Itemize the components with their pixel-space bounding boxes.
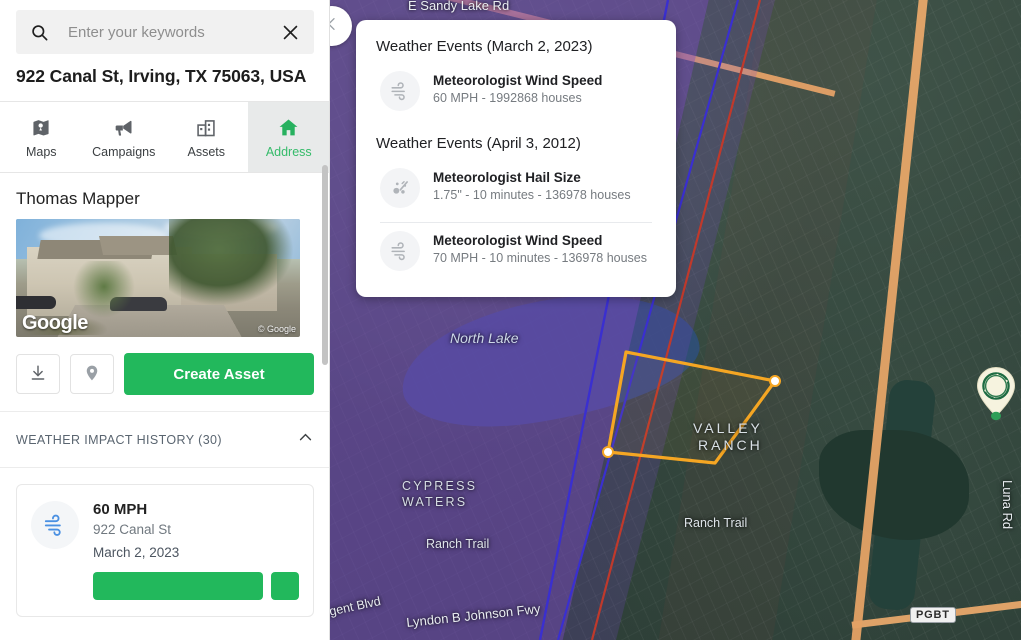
history-item-actions: [93, 572, 299, 600]
weather-impact-history-header[interactable]: WEATHER IMPACT HISTORY (30): [0, 411, 330, 468]
weather-event-title: Meteorologist Hail Size: [433, 170, 631, 185]
app-root: 922 Canal St, Irving, TX 75063, USA Maps: [0, 0, 1021, 640]
weather-history-list: 60 MPH 922 Canal St March 2, 2023: [0, 468, 330, 633]
create-asset-button[interactable]: Create Asset: [124, 353, 314, 395]
street-view-tree: [169, 219, 294, 306]
street-view-car-second: [16, 296, 56, 309]
weather-event-body: Meteorologist Wind Speed 60 MPH - 199286…: [433, 71, 602, 105]
popup-heading-group-2: Weather Events (April 3, 2012): [376, 135, 656, 152]
weather-event-body: Meteorologist Wind Speed 70 MPH - 10 min…: [433, 231, 647, 265]
address-heading: 922 Canal St, Irving, TX 75063, USA: [0, 54, 330, 101]
weather-event-body: Meteorologist Hail Size 1.75" - 10 minut…: [433, 168, 631, 202]
tab-label-address: Address: [266, 145, 312, 159]
google-copyright: © Google: [258, 324, 296, 334]
sidebar-scrollbar[interactable]: [322, 165, 328, 365]
sidebar-scroll-area: Thomas Mapper Google © Google Create Ass…: [0, 173, 330, 639]
search-section: [0, 0, 330, 54]
locate-button[interactable]: [70, 354, 114, 394]
left-sidebar: 922 Canal St, Irving, TX 75063, USA Maps: [0, 0, 330, 640]
tab-maps[interactable]: Maps: [0, 102, 83, 172]
history-item-address: 922 Canal St: [93, 522, 299, 537]
tab-label-assets: Assets: [187, 145, 225, 159]
megaphone-icon: [113, 116, 135, 138]
search-icon: [28, 21, 50, 43]
download-icon: [29, 364, 47, 385]
street-view-thumbnail[interactable]: Google © Google: [16, 219, 300, 337]
sidebar-divider: [329, 0, 330, 640]
weather-event-row[interactable]: Meteorologist Wind Speed 60 MPH - 199286…: [376, 65, 656, 117]
tab-campaigns[interactable]: Campaigns: [83, 102, 166, 172]
building-icon: [196, 116, 216, 138]
wind-icon: [380, 71, 420, 111]
history-primary-button[interactable]: [93, 572, 263, 600]
history-secondary-button[interactable]: [271, 572, 299, 600]
tab-assets[interactable]: Assets: [165, 102, 248, 172]
chevron-left-icon: [330, 16, 340, 37]
map-highway-badge-pgbt: PGBT: [910, 607, 956, 623]
tab-label-maps: Maps: [26, 145, 57, 159]
popup-heading-group-1: Weather Events (March 2, 2023): [376, 38, 656, 55]
history-item-title: 60 MPH: [93, 501, 299, 518]
chevron-up-icon[interactable]: [297, 429, 314, 451]
wind-icon: [380, 231, 420, 271]
download-button[interactable]: [16, 354, 60, 394]
weather-event-title: Meteorologist Wind Speed: [433, 233, 647, 248]
weather-event-detail: 70 MPH - 10 minutes - 136978 houses: [433, 251, 647, 265]
map-icon: [31, 116, 51, 138]
weather-event-detail: 1.75" - 10 minutes - 136978 houses: [433, 188, 631, 202]
weather-event-row[interactable]: Meteorologist Wind Speed 70 MPH - 10 min…: [376, 225, 656, 277]
popup-divider: [380, 222, 652, 223]
search-input[interactable]: [50, 24, 278, 41]
list-item[interactable]: 60 MPH 922 Canal St March 2, 2023: [16, 484, 314, 617]
weather-event-detail: 60 MPH - 1992868 houses: [433, 91, 602, 105]
tab-label-campaigns: Campaigns: [92, 145, 155, 159]
wind-icon: [31, 501, 79, 549]
weather-event-row[interactable]: Meteorologist Hail Size 1.75" - 10 minut…: [376, 162, 656, 214]
hail-icon: [380, 168, 420, 208]
weather-event-title: Meteorologist Wind Speed: [433, 73, 602, 88]
location-pin-icon: [83, 364, 101, 385]
street-view-small-tree: [73, 261, 135, 318]
weather-impact-history-label: WEATHER IMPACT HISTORY (30): [16, 433, 222, 447]
street-view-roof-gable: [99, 236, 177, 255]
tab-address[interactable]: Address: [248, 102, 331, 172]
close-icon[interactable]: [278, 20, 302, 44]
google-watermark: Google: [22, 312, 88, 335]
asset-action-row: Create Asset: [0, 337, 330, 411]
home-icon: [278, 116, 299, 138]
history-item-body: 60 MPH 922 Canal St March 2, 2023: [93, 501, 299, 600]
weather-events-popup: Weather Events (March 2, 2023) Meteorolo…: [356, 20, 676, 297]
search-box[interactable]: [16, 10, 314, 54]
sidebar-tabs: Maps Campaigns Assets Address: [0, 101, 330, 173]
history-item-date: March 2, 2023: [93, 545, 299, 560]
map-canvas[interactable]: E Sandy Lake Rd North Lake CYPRESS WATER…: [330, 0, 1021, 640]
owner-name: Thomas Mapper: [0, 173, 330, 219]
property-pin-icon[interactable]: [974, 366, 1018, 424]
